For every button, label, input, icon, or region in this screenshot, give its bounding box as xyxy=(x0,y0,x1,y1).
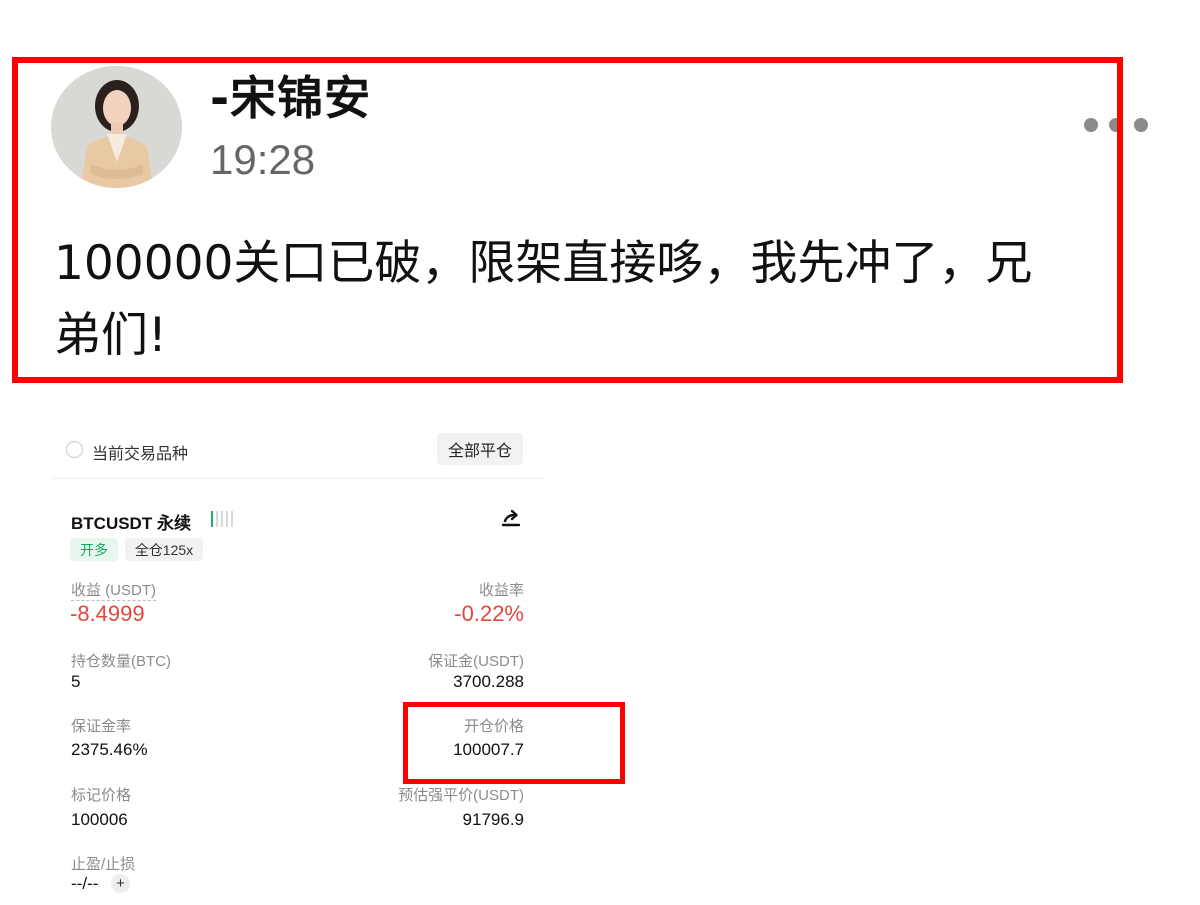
close-all-button[interactable]: 全部平仓 xyxy=(437,433,523,465)
side-tag: 开多 xyxy=(70,538,118,561)
highlight-box-entry-price xyxy=(403,702,625,784)
highlight-box-post xyxy=(12,57,1123,383)
margin-value: 3700.288 xyxy=(453,672,524,691)
leverage-tag[interactable]: 全仓125x xyxy=(125,538,203,561)
margin-label: 保证金(USDT) xyxy=(428,653,524,670)
roe-label: 收益率 xyxy=(478,582,524,599)
liq-price-label: 预估强平价(USDT) xyxy=(398,787,524,804)
pnl-value: -8.4999 xyxy=(70,601,145,626)
roe-value: -0.22% xyxy=(454,601,524,626)
mark-price-value: 100006 xyxy=(71,810,128,829)
add-tpsl-button[interactable]: + xyxy=(111,874,130,893)
size-value: 5 xyxy=(71,672,81,691)
current-symbol-filter-label[interactable]: 当前交易品种 xyxy=(92,440,188,464)
tpsl-value: --/-- xyxy=(71,874,99,893)
size-label: 持仓数量(BTC) xyxy=(71,653,171,670)
tpsl-label: 止盈/止损 xyxy=(71,856,136,873)
liq-price-value: 91796.9 xyxy=(462,810,524,829)
margin-ratio-label: 保证金率 xyxy=(71,718,132,735)
radio-icon[interactable] xyxy=(66,441,83,458)
divider xyxy=(52,478,544,479)
signal-bars-icon xyxy=(211,511,233,527)
mark-price-label: 标记价格 xyxy=(71,787,132,804)
share-icon[interactable] xyxy=(500,508,522,530)
pnl-label[interactable]: 收益 (USDT) xyxy=(71,579,156,601)
symbol-name[interactable]: BTCUSDT 永续 xyxy=(71,509,191,534)
margin-ratio-value: 2375.46% xyxy=(71,740,148,759)
